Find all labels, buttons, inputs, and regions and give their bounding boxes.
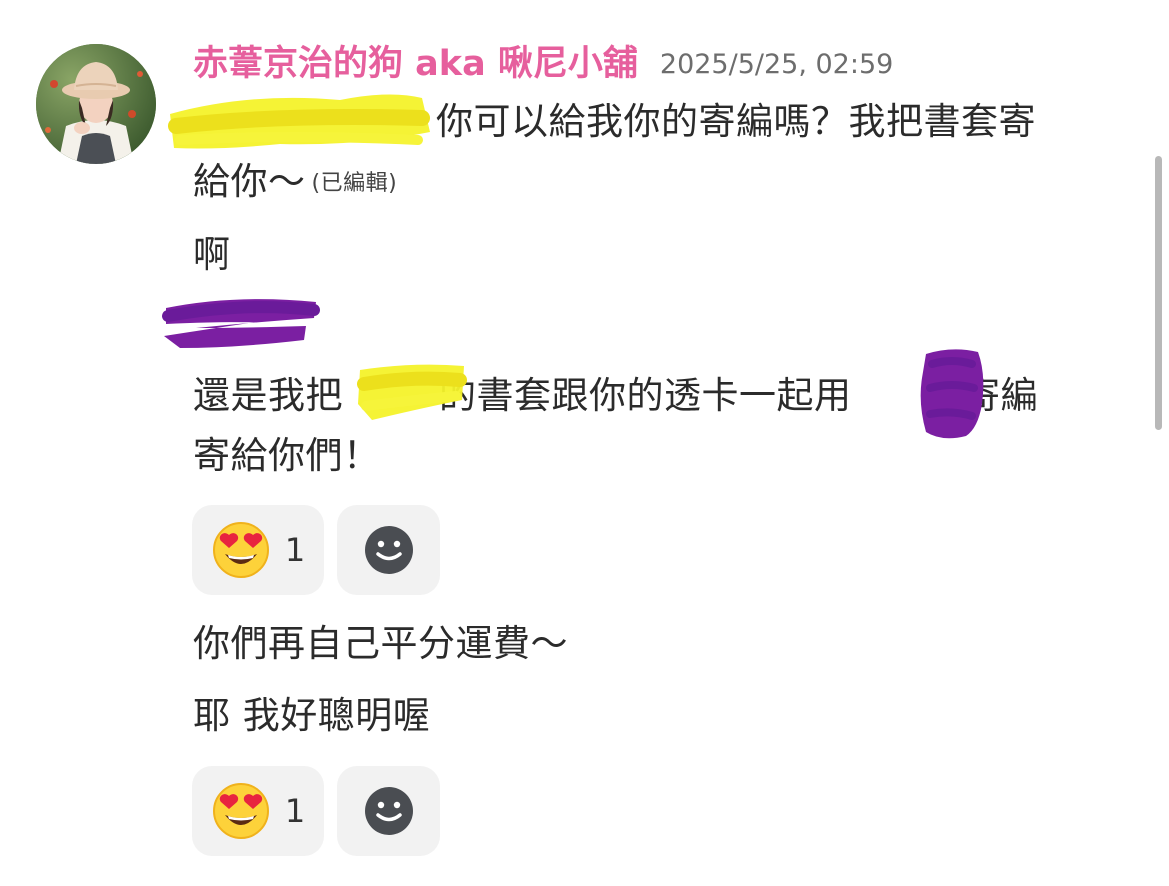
- add-reaction-button[interactable]: [337, 766, 440, 856]
- smiley-face-add-reaction-icon: [364, 787, 413, 835]
- heart-eyes-emoji-icon: [212, 522, 269, 578]
- redaction-highlight-purple-1: [162, 299, 320, 348]
- message-4-part-a: 還是我把: [193, 374, 343, 417]
- author-avatar[interactable]: [36, 44, 156, 164]
- message-4-part-b: 的書套跟你的透卡一起用: [439, 374, 852, 417]
- heart-eyes-emoji-icon: [212, 783, 269, 839]
- message-5: 你們再自己平分運費～: [193, 622, 568, 665]
- message-2: 啊: [193, 233, 231, 276]
- message-4-line-1: 還是我把 的書套跟你的透卡一起用 的寄編: [193, 368, 1038, 424]
- author-name[interactable]: 赤葦京治的狗 aka 啾尼小舖: [193, 44, 638, 84]
- message-header: 赤葦京治的狗 aka 啾尼小舖 2025/5/25, 02:59: [193, 38, 893, 90]
- edited-label: (已編輯): [311, 171, 398, 196]
- message-6: 耶 我好聰明喔: [193, 694, 431, 737]
- message-1-line-2: 給你～ (已編輯): [193, 154, 397, 212]
- message-4-line-2: 寄給你們！: [193, 434, 381, 477]
- reaction-pill[interactable]: 1: [192, 766, 324, 856]
- redaction-highlight-yellow-1: [168, 94, 430, 149]
- add-reaction-button[interactable]: [337, 505, 440, 595]
- message-4-part-c: 的寄編: [925, 374, 1038, 417]
- scrollbar-thumb[interactable]: [1155, 156, 1162, 430]
- message-1-line-1: 你可以給我你的寄編嗎？我把書套寄: [436, 100, 1036, 143]
- message-1-text: 給你～: [193, 160, 306, 203]
- reaction-pill[interactable]: 1: [192, 505, 324, 595]
- message-timestamp: 2025/5/25, 02:59: [659, 49, 894, 80]
- reaction-count: 1: [284, 792, 306, 830]
- smiley-face-add-reaction-icon: [364, 526, 413, 574]
- reaction-count: 1: [284, 531, 306, 569]
